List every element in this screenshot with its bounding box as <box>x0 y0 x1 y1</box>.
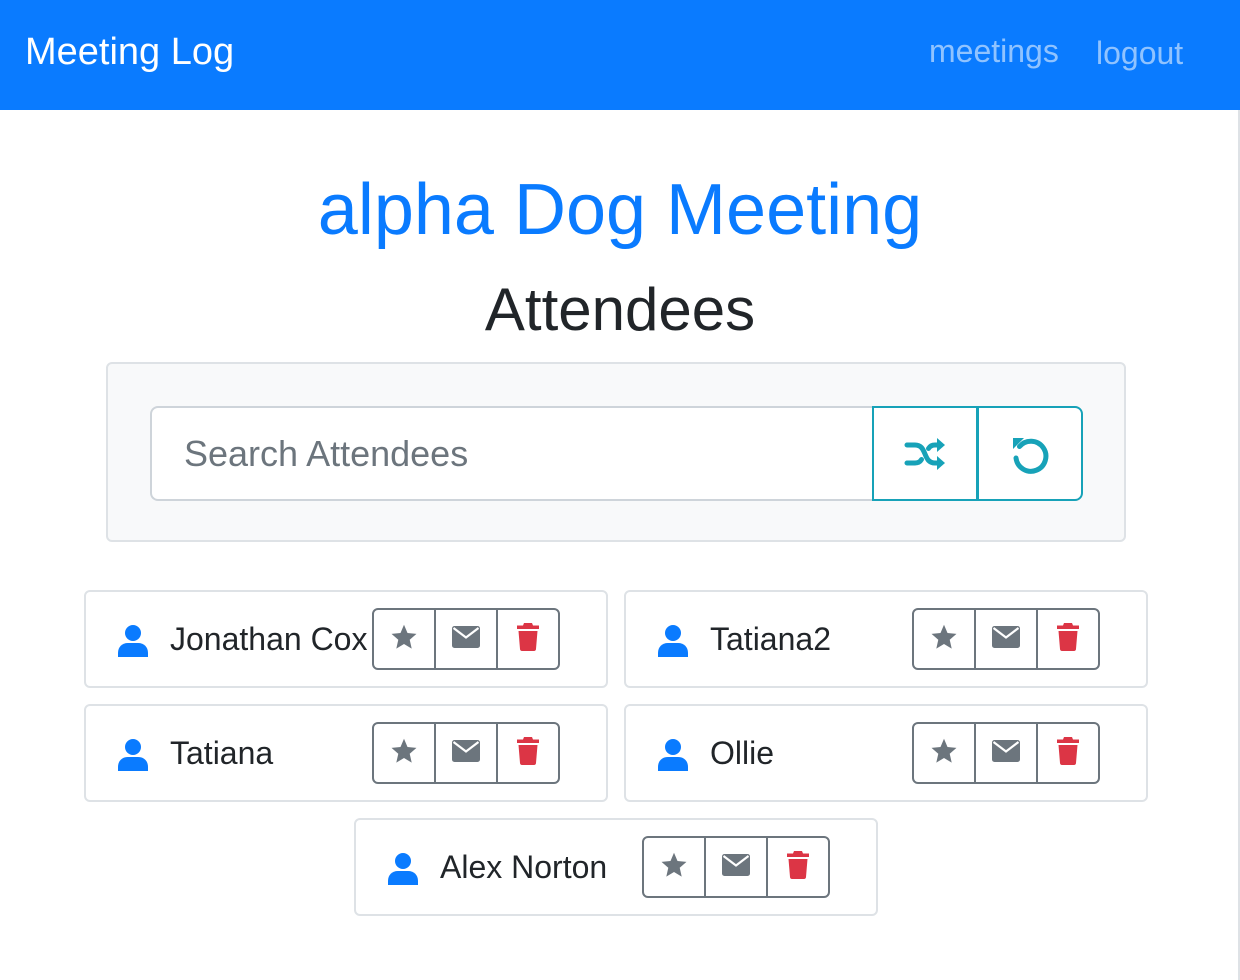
attendees-heading: Attendees <box>484 276 756 343</box>
star-icon <box>930 737 958 770</box>
email-button[interactable] <box>974 724 1036 782</box>
attendee-name: Tatiana2 <box>710 621 831 657</box>
delete-button[interactable] <box>1036 610 1098 668</box>
star-button[interactable] <box>374 724 434 782</box>
reset-button[interactable] <box>977 406 1083 501</box>
delete-button[interactable] <box>496 610 558 668</box>
attendee-card: Alex Norton <box>354 818 878 916</box>
star-button[interactable] <box>644 838 704 896</box>
attendee-actions <box>372 722 560 784</box>
delete-button[interactable] <box>496 724 558 782</box>
undo-icon <box>1013 437 1049 474</box>
delete-button[interactable] <box>1036 724 1098 782</box>
nav-link-logout[interactable]: logout <box>1096 30 1183 76</box>
email-button[interactable] <box>974 610 1036 668</box>
star-icon <box>930 623 958 656</box>
email-button[interactable] <box>434 610 496 668</box>
trash-icon <box>1056 622 1080 656</box>
search-input[interactable] <box>150 406 873 501</box>
attendee-name: Jonathan Cox <box>170 621 368 657</box>
star-icon <box>660 851 688 884</box>
attendee-name: Alex Norton <box>440 849 608 885</box>
attendee-actions <box>912 722 1100 784</box>
attendee-card: Ollie <box>624 704 1148 802</box>
user-icon <box>658 739 688 771</box>
star-button[interactable] <box>374 610 434 668</box>
email-button[interactable] <box>434 724 496 782</box>
attendee-name: Ollie <box>710 735 775 771</box>
star-button[interactable] <box>914 610 974 668</box>
meeting-title: alpha Dog Meeting <box>317 170 923 250</box>
attendee-name: Tatiana <box>170 735 274 771</box>
brand-link[interactable]: Meeting Log <box>25 27 234 77</box>
attendee-actions <box>912 608 1100 670</box>
attendee-card: Tatiana2 <box>624 590 1148 688</box>
delete-button[interactable] <box>766 838 828 896</box>
trash-icon <box>516 736 540 770</box>
navbar: Meeting Log meetings logout <box>0 0 1240 110</box>
search-panel <box>106 362 1126 542</box>
user-icon <box>118 625 148 657</box>
user-icon <box>658 625 688 657</box>
page: Meeting Log meetings logout alpha Dog Me… <box>0 0 1240 980</box>
email-button[interactable] <box>704 838 766 896</box>
attendee-card: Tatiana <box>84 704 608 802</box>
envelope-icon <box>452 625 480 653</box>
random-icon <box>904 437 945 470</box>
star-button[interactable] <box>914 724 974 782</box>
attendee-actions <box>372 608 560 670</box>
nav-link-meetings[interactable]: meetings <box>929 28 1059 74</box>
envelope-icon <box>722 853 750 881</box>
shuffle-button[interactable] <box>872 406 978 501</box>
trash-icon <box>786 850 810 884</box>
envelope-icon <box>992 739 1020 767</box>
user-icon <box>388 853 418 885</box>
envelope-icon <box>992 625 1020 653</box>
attendee-actions <box>642 836 830 898</box>
envelope-icon <box>452 739 480 767</box>
attendee-card: Jonathan Cox <box>84 590 608 688</box>
star-icon <box>390 623 418 656</box>
trash-icon <box>516 622 540 656</box>
user-icon <box>118 739 148 771</box>
star-icon <box>390 737 418 770</box>
trash-icon <box>1056 736 1080 770</box>
